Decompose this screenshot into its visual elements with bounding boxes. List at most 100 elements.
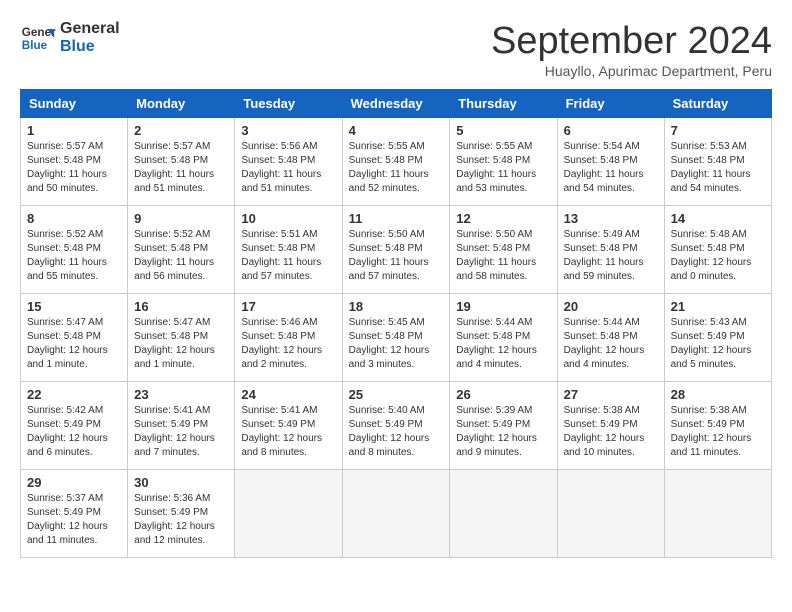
day-number: 9 [134, 211, 228, 226]
day-number: 6 [564, 123, 658, 138]
calendar-cell: 2 Sunrise: 5:57 AM Sunset: 5:48 PM Daylig… [128, 118, 235, 206]
calendar-cell: 4Sunrise: 5:55 AM Sunset: 5:48 PM Daylig… [342, 118, 450, 206]
calendar-cell [664, 470, 771, 558]
day-info: Sunrise: 5:48 AM Sunset: 5:48 PM Dayligh… [671, 228, 765, 284]
day-number: 18 [349, 299, 444, 314]
day-number: 22 [27, 387, 121, 402]
weekday-header: Tuesday [235, 90, 342, 118]
day-info: Sunrise: 5:38 AM Sunset: 5:49 PM Dayligh… [671, 404, 765, 460]
day-info: Sunrise: 5:38 AM Sunset: 5:49 PM Dayligh… [564, 404, 658, 460]
day-info: Sunrise: 5:53 AM Sunset: 5:48 PM Dayligh… [671, 140, 765, 196]
calendar-cell [342, 470, 450, 558]
calendar-week-row: 29Sunrise: 5:37 AM Sunset: 5:49 PM Dayli… [21, 470, 772, 558]
day-number: 11 [349, 211, 444, 226]
day-info: Sunrise: 5:57 AM Sunset: 5:48 PM Dayligh… [134, 140, 228, 196]
day-number: 15 [27, 299, 121, 314]
calendar-cell: 27 Sunrise: 5:38 AM Sunset: 5:49 PM Dayli… [557, 382, 664, 470]
calendar-cell: 9 Sunrise: 5:52 AM Sunset: 5:48 PM Daylig… [128, 206, 235, 294]
day-number: 30 [134, 475, 228, 490]
day-number: 17 [241, 299, 335, 314]
calendar-cell: 10 Sunrise: 5:51 AM Sunset: 5:48 PM Dayli… [235, 206, 342, 294]
calendar-cell: 20Sunrise: 5:44 AM Sunset: 5:48 PM Dayli… [557, 294, 664, 382]
day-number: 8 [27, 211, 121, 226]
day-number: 7 [671, 123, 765, 138]
calendar-cell: 16 Sunrise: 5:47 AM Sunset: 5:48 PM Dayli… [128, 294, 235, 382]
page-header: General Blue General Blue September 2024… [20, 20, 772, 79]
day-number: 12 [456, 211, 550, 226]
calendar-cell: 22Sunrise: 5:42 AM Sunset: 5:49 PM Dayli… [21, 382, 128, 470]
calendar-cell: 11 Sunrise: 5:50 AM Sunset: 5:48 PM Dayli… [342, 206, 450, 294]
day-info: Sunrise: 5:43 AM Sunset: 5:49 PM Dayligh… [671, 316, 765, 372]
calendar-cell [235, 470, 342, 558]
day-number: 27 [564, 387, 658, 402]
day-info: Sunrise: 5:56 AM Sunset: 5:48 PM Dayligh… [241, 140, 335, 196]
calendar-cell: 21 Sunrise: 5:43 AM Sunset: 5:49 PM Dayli… [664, 294, 771, 382]
calendar-cell: 12 Sunrise: 5:50 AM Sunset: 5:48 PM Dayli… [450, 206, 557, 294]
calendar-cell: 29Sunrise: 5:37 AM Sunset: 5:49 PM Dayli… [21, 470, 128, 558]
location: Huayllo, Apurimac Department, Peru [491, 63, 772, 79]
day-number: 19 [456, 299, 550, 314]
day-number: 16 [134, 299, 228, 314]
day-info: Sunrise: 5:51 AM Sunset: 5:48 PM Dayligh… [241, 228, 335, 284]
calendar-cell: 15 Sunrise: 5:47 AM Sunset: 5:48 PM Dayli… [21, 294, 128, 382]
day-info: Sunrise: 5:55 AM Sunset: 5:48 PM Dayligh… [349, 140, 444, 196]
calendar-cell [557, 470, 664, 558]
day-info: Sunrise: 5:49 AM Sunset: 5:48 PM Dayligh… [564, 228, 658, 284]
day-info: Sunrise: 5:45 AM Sunset: 5:48 PM Dayligh… [349, 316, 444, 372]
day-info: Sunrise: 5:54 AM Sunset: 5:48 PM Dayligh… [564, 140, 658, 196]
day-number: 5 [456, 123, 550, 138]
calendar-cell: 18 Sunrise: 5:45 AM Sunset: 5:48 PM Dayli… [342, 294, 450, 382]
day-number: 25 [349, 387, 444, 402]
day-info: Sunrise: 5:47 AM Sunset: 5:48 PM Dayligh… [134, 316, 228, 372]
month-title: September 2024 [491, 20, 772, 63]
title-block: September 2024 Huayllo, Apurimac Departm… [491, 20, 772, 79]
day-number: 21 [671, 299, 765, 314]
weekday-header: Thursday [450, 90, 557, 118]
day-info: Sunrise: 5:52 AM Sunset: 5:48 PM Dayligh… [134, 228, 228, 284]
calendar-cell: 3Sunrise: 5:56 AM Sunset: 5:48 PM Daylig… [235, 118, 342, 206]
day-info: Sunrise: 5:57 AM Sunset: 5:48 PM Dayligh… [27, 140, 121, 196]
calendar-cell: 17 Sunrise: 5:46 AM Sunset: 5:48 PM Dayli… [235, 294, 342, 382]
calendar-cell: 25 Sunrise: 5:40 AM Sunset: 5:49 PM Dayli… [342, 382, 450, 470]
day-info: Sunrise: 5:44 AM Sunset: 5:48 PM Dayligh… [456, 316, 550, 372]
calendar-cell: 1Sunrise: 5:57 AM Sunset: 5:48 PM Daylig… [21, 118, 128, 206]
day-number: 28 [671, 387, 765, 402]
logo-line2: Blue [60, 38, 120, 56]
day-info: Sunrise: 5:52 AM Sunset: 5:48 PM Dayligh… [27, 228, 121, 284]
logo-line1: General [60, 20, 120, 38]
weekday-header: Friday [557, 90, 664, 118]
day-number: 26 [456, 387, 550, 402]
calendar-cell: 24 Sunrise: 5:41 AM Sunset: 5:49 PM Dayli… [235, 382, 342, 470]
day-info: Sunrise: 5:50 AM Sunset: 5:48 PM Dayligh… [349, 228, 444, 284]
calendar-header-row: SundayMondayTuesdayWednesdayThursdayFrid… [21, 90, 772, 118]
day-info: Sunrise: 5:50 AM Sunset: 5:48 PM Dayligh… [456, 228, 550, 284]
day-number: 23 [134, 387, 228, 402]
calendar-cell: 5 Sunrise: 5:55 AM Sunset: 5:48 PM Daylig… [450, 118, 557, 206]
weekday-header: Wednesday [342, 90, 450, 118]
calendar-cell [450, 470, 557, 558]
day-info: Sunrise: 5:40 AM Sunset: 5:49 PM Dayligh… [349, 404, 444, 460]
weekday-header: Sunday [21, 90, 128, 118]
day-number: 20 [564, 299, 658, 314]
calendar-cell: 28 Sunrise: 5:38 AM Sunset: 5:49 PM Dayli… [664, 382, 771, 470]
day-info: Sunrise: 5:41 AM Sunset: 5:49 PM Dayligh… [134, 404, 228, 460]
calendar-body: 1Sunrise: 5:57 AM Sunset: 5:48 PM Daylig… [21, 118, 772, 558]
calendar-cell: 7 Sunrise: 5:53 AM Sunset: 5:48 PM Daylig… [664, 118, 771, 206]
day-info: Sunrise: 5:55 AM Sunset: 5:48 PM Dayligh… [456, 140, 550, 196]
day-info: Sunrise: 5:47 AM Sunset: 5:48 PM Dayligh… [27, 316, 121, 372]
calendar-week-row: 15 Sunrise: 5:47 AM Sunset: 5:48 PM Dayli… [21, 294, 772, 382]
calendar-cell: 14 Sunrise: 5:48 AM Sunset: 5:48 PM Dayli… [664, 206, 771, 294]
logo-icon: General Blue [20, 20, 56, 56]
day-info: Sunrise: 5:36 AM Sunset: 5:49 PM Dayligh… [134, 492, 228, 548]
weekday-header: Saturday [664, 90, 771, 118]
calendar-cell: 13Sunrise: 5:49 AM Sunset: 5:48 PM Dayli… [557, 206, 664, 294]
day-info: Sunrise: 5:46 AM Sunset: 5:48 PM Dayligh… [241, 316, 335, 372]
calendar-cell: 19 Sunrise: 5:44 AM Sunset: 5:48 PM Dayli… [450, 294, 557, 382]
day-info: Sunrise: 5:41 AM Sunset: 5:49 PM Dayligh… [241, 404, 335, 460]
day-number: 24 [241, 387, 335, 402]
calendar-week-row: 1Sunrise: 5:57 AM Sunset: 5:48 PM Daylig… [21, 118, 772, 206]
day-number: 2 [134, 123, 228, 138]
calendar-cell: 23 Sunrise: 5:41 AM Sunset: 5:49 PM Dayli… [128, 382, 235, 470]
day-number: 14 [671, 211, 765, 226]
day-number: 10 [241, 211, 335, 226]
